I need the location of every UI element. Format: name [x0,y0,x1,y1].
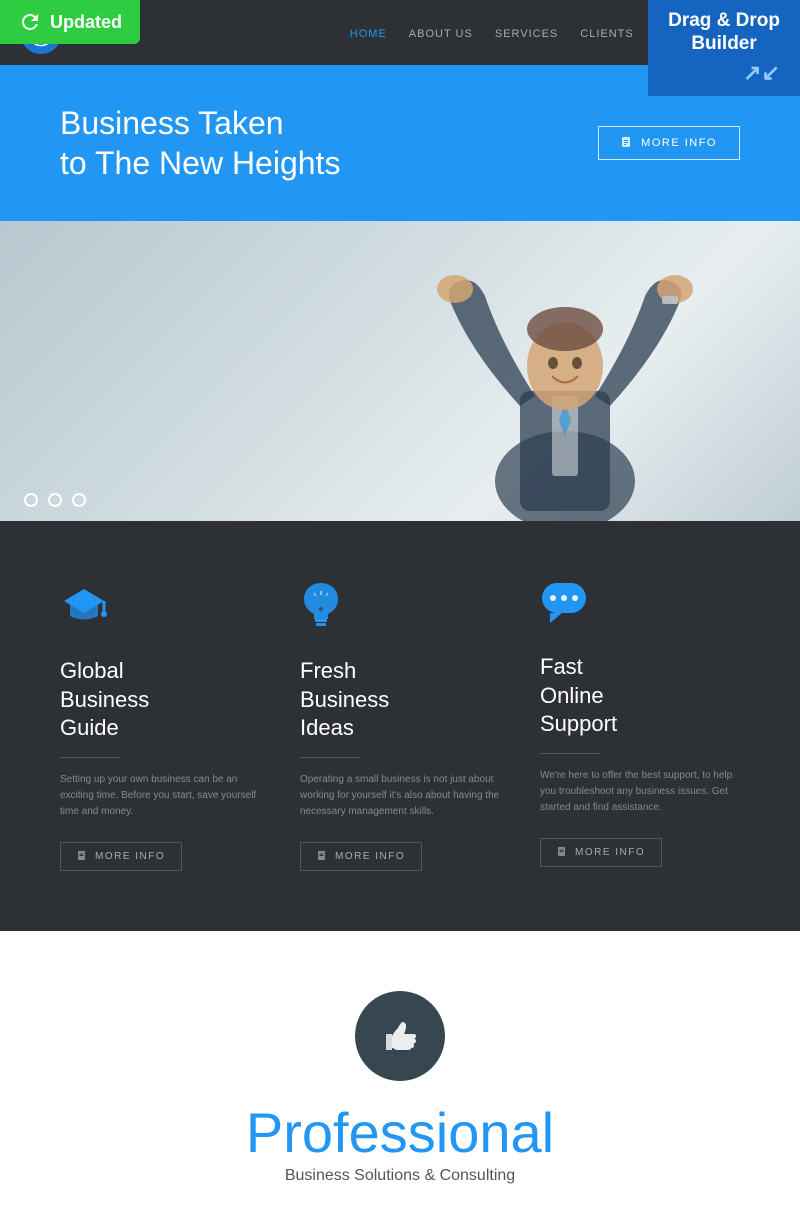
nav-home[interactable]: HOME [350,24,387,42]
dnd-line2: Builder [691,33,756,54]
nav-services[interactable]: SERVICES [495,24,558,42]
hero-btn-label: MORE INFO [641,137,717,149]
feature-title-3: Fast Online Support [540,653,740,739]
professional-subtitle: Business Solutions & Consulting [40,1167,760,1185]
thumbs-up-svg [378,1014,422,1058]
professional-section: Professional Business Solutions & Consul… [0,931,800,1205]
chat-icon [540,581,740,635]
feature-card-3: Fast Online Support We're here to offer … [540,581,740,871]
hero-title-line1: Business Taken [60,105,284,141]
nav-services-link[interactable]: SERVICES [495,28,558,40]
file-icon-2 [317,851,327,861]
thumbs-up-circle [355,991,445,1081]
feature-btn-1[interactable]: MORE INFO [60,842,182,871]
feature-divider-2 [300,757,360,758]
doc-icon [621,137,633,149]
feature-divider-3 [540,753,600,754]
person-svg [390,221,740,521]
feature-divider-1 [60,757,120,758]
dnd-line1: Drag & Drop [668,10,780,31]
feature-title-2: Fresh Business Ideas [300,657,500,743]
chat-svg [540,581,588,625]
features-section: Global Business Guide Setting up your ow… [0,521,800,931]
feature-card-2: Fresh Business Ideas Operating a small b… [300,581,500,871]
professional-title: Professional [40,1105,760,1161]
nav-home-link[interactable]: HOME [350,28,387,40]
nav-clients[interactable]: CLIENTS [580,24,633,42]
lightbulb-icon [300,581,500,639]
dnd-badge: Drag & Drop Builder ↗↙ [648,0,800,96]
hero-title: Business Taken to The New Heights [60,103,340,183]
dnd-arrow: ↗↙ [668,60,780,86]
dot-2[interactable] [48,493,62,507]
refresh-icon [18,10,42,34]
feature-desc-3: We're here to offer the best support, to… [540,768,740,816]
slide-dots [24,493,86,507]
hero-title-line2: to The New Heights [60,145,340,181]
feature-desc-2: Operating a small business is not just a… [300,772,500,820]
hero-image [0,221,800,521]
hero-more-info-button[interactable]: MORE INFO [598,126,740,160]
dot-1[interactable] [24,493,38,507]
bulb-svg [300,581,342,629]
grad-cap-svg [60,581,108,629]
dot-3[interactable] [72,493,86,507]
feature-btn-2[interactable]: MORE INFO [300,842,422,871]
graduation-icon [60,581,260,639]
file-icon-3 [557,847,567,857]
nav-about-link[interactable]: ABOUT US [409,28,473,40]
file-icon-1 [77,851,87,861]
feature-btn-3[interactable]: MORE INFO [540,838,662,867]
feature-title-1: Global Business Guide [60,657,260,743]
nav-clients-link[interactable]: CLIENTS [580,28,633,40]
feature-desc-1: Setting up your own business can be an e… [60,772,260,820]
updated-badge: Updated [0,0,140,44]
updated-label: Updated [50,12,122,33]
nav-about[interactable]: ABOUT US [409,24,473,42]
feature-card-1: Global Business Guide Setting up your ow… [60,581,260,871]
